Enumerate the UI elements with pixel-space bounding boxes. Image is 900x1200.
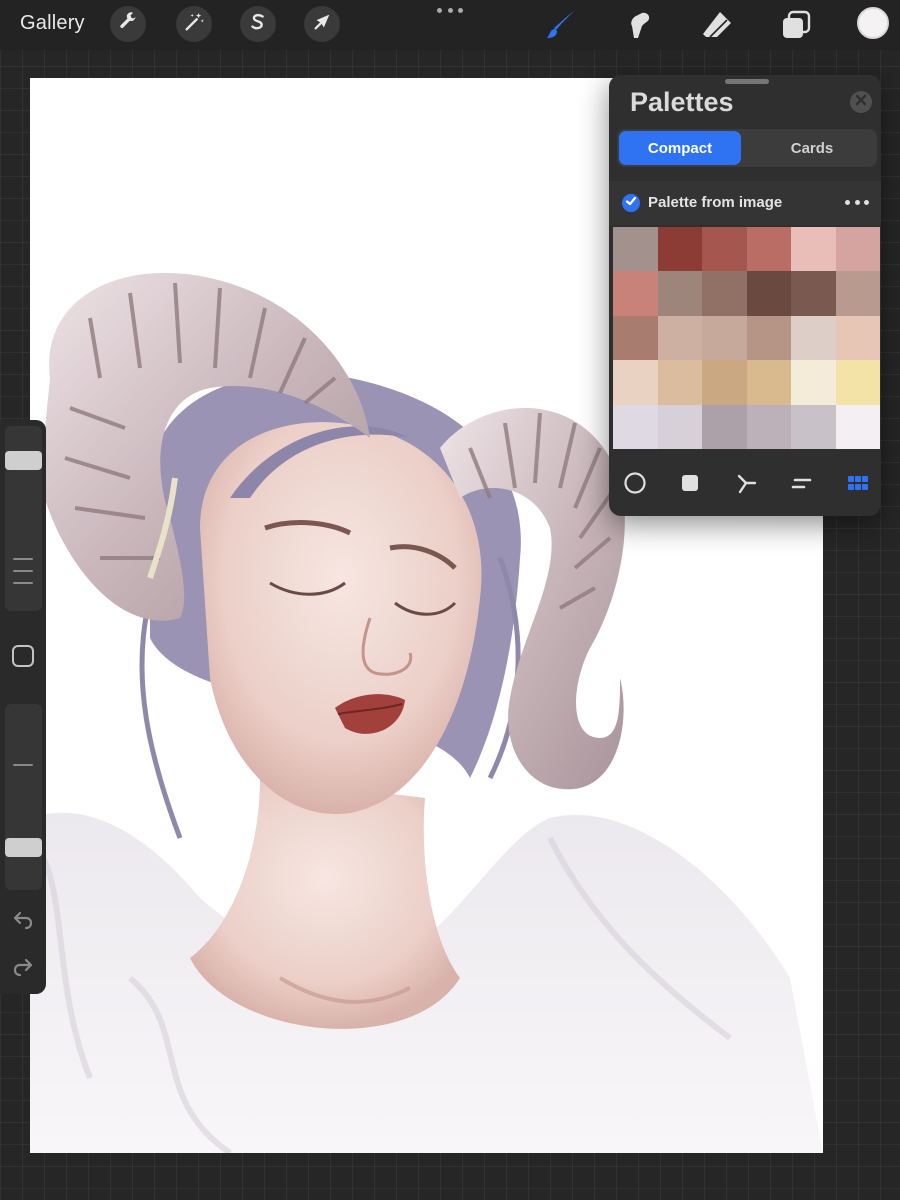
color-swatch[interactable] bbox=[613, 315, 658, 361]
top-toolbar: Gallery bbox=[0, 0, 900, 50]
color-swatch[interactable] bbox=[613, 271, 658, 316]
color-swatch[interactable] bbox=[613, 360, 658, 405]
eraser-icon bbox=[700, 12, 734, 46]
slider-tick bbox=[13, 570, 33, 572]
slider-tick bbox=[13, 582, 33, 584]
selection-s-icon bbox=[247, 11, 269, 38]
palette-swatch-grid bbox=[613, 227, 880, 449]
adjustments-button[interactable] bbox=[176, 6, 212, 42]
brush-icon bbox=[544, 11, 578, 46]
current-color-swatch[interactable] bbox=[857, 7, 889, 39]
palettes-grid-icon[interactable] bbox=[846, 471, 870, 495]
color-swatch[interactable] bbox=[613, 227, 658, 272]
smudge-icon bbox=[622, 12, 656, 46]
brush-size-slider-thumb[interactable] bbox=[5, 450, 42, 470]
slider-tick bbox=[13, 558, 33, 560]
color-swatch[interactable] bbox=[835, 227, 880, 272]
erase-tool-button[interactable] bbox=[700, 8, 734, 42]
opacity-slider[interactable] bbox=[5, 704, 42, 890]
color-swatch[interactable] bbox=[702, 271, 747, 316]
color-swatch[interactable] bbox=[657, 360, 702, 405]
color-swatch[interactable] bbox=[791, 404, 836, 449]
color-swatch[interactable] bbox=[657, 271, 702, 316]
color-swatch[interactable] bbox=[835, 360, 880, 405]
palette-more-options-icon[interactable] bbox=[845, 200, 869, 206]
color-swatch[interactable] bbox=[657, 404, 702, 449]
color-swatch[interactable] bbox=[657, 315, 702, 361]
color-swatch[interactable] bbox=[657, 227, 702, 272]
close-button[interactable] bbox=[850, 91, 872, 113]
paint-tool-button[interactable] bbox=[544, 8, 578, 42]
wrench-icon bbox=[117, 11, 139, 38]
color-swatch[interactable] bbox=[746, 227, 791, 272]
actions-button[interactable] bbox=[110, 6, 146, 42]
transform-button[interactable] bbox=[304, 6, 340, 42]
popover-grabber[interactable] bbox=[725, 79, 769, 84]
color-swatch[interactable] bbox=[746, 315, 791, 361]
tab-cards[interactable]: Cards bbox=[749, 131, 875, 165]
color-swatch[interactable] bbox=[791, 360, 836, 405]
color-mode-tabs bbox=[609, 463, 881, 503]
color-swatch[interactable] bbox=[702, 360, 747, 405]
color-swatch[interactable] bbox=[835, 404, 880, 449]
smudge-tool-button[interactable] bbox=[622, 8, 656, 42]
color-swatch[interactable] bbox=[702, 227, 747, 272]
color-swatch[interactable] bbox=[835, 271, 880, 316]
close-icon bbox=[850, 89, 872, 116]
layers-icon bbox=[779, 10, 813, 46]
color-swatch[interactable] bbox=[746, 271, 791, 316]
color-swatch[interactable] bbox=[702, 404, 747, 449]
magic-wand-icon bbox=[183, 11, 205, 38]
modify-square-icon[interactable] bbox=[12, 645, 34, 667]
color-swatch[interactable] bbox=[702, 315, 747, 361]
tab-compact[interactable]: Compact bbox=[619, 131, 741, 165]
left-sidebar bbox=[0, 420, 46, 994]
color-swatch[interactable] bbox=[791, 271, 836, 316]
palette-header[interactable]: Palette from image bbox=[609, 181, 881, 225]
gallery-button[interactable]: Gallery bbox=[20, 12, 85, 35]
disc-icon[interactable] bbox=[623, 471, 647, 495]
slider-tick bbox=[13, 764, 33, 766]
palettes-title: Palettes bbox=[630, 87, 734, 117]
redo-icon[interactable] bbox=[11, 954, 35, 978]
undo-icon[interactable] bbox=[11, 907, 35, 931]
arrow-cursor-icon bbox=[311, 11, 333, 38]
color-swatch[interactable] bbox=[613, 404, 658, 449]
selection-button[interactable] bbox=[240, 6, 276, 42]
color-swatch[interactable] bbox=[791, 227, 836, 272]
view-mode-segmented-control: Compact Cards bbox=[617, 129, 877, 167]
checkmark-icon bbox=[622, 192, 640, 215]
layers-button[interactable] bbox=[779, 8, 813, 42]
default-palette-checkbox[interactable] bbox=[622, 194, 640, 212]
palette-name: Palette from image bbox=[648, 194, 783, 211]
color-swatch[interactable] bbox=[791, 315, 836, 361]
harmony-icon[interactable] bbox=[735, 471, 759, 495]
color-swatch[interactable] bbox=[835, 315, 880, 361]
color-swatch[interactable] bbox=[746, 360, 791, 405]
color-swatch[interactable] bbox=[746, 404, 791, 449]
palettes-popover: Palettes Compact Cards Palette from imag… bbox=[609, 75, 881, 516]
opacity-slider-thumb[interactable] bbox=[5, 837, 42, 857]
value-icon[interactable] bbox=[790, 471, 814, 495]
more-options-icon[interactable] bbox=[437, 5, 463, 15]
square-icon[interactable] bbox=[678, 471, 702, 495]
